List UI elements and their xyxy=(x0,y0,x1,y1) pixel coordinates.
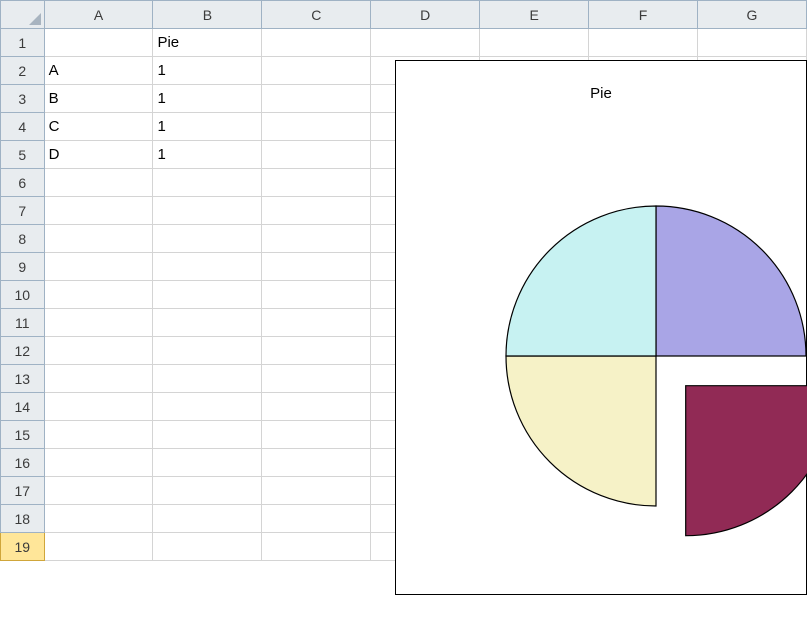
cell[interactable]: 1 xyxy=(153,141,262,169)
cell[interactable] xyxy=(262,85,371,113)
cell[interactable] xyxy=(44,225,153,253)
cell[interactable] xyxy=(44,365,153,393)
cell[interactable] xyxy=(262,309,371,337)
cell[interactable] xyxy=(44,533,153,561)
cell[interactable] xyxy=(262,57,371,85)
cell[interactable] xyxy=(44,505,153,533)
cell[interactable]: 1 xyxy=(153,113,262,141)
cell[interactable] xyxy=(262,449,371,477)
col-header[interactable]: G xyxy=(698,1,807,29)
pie-chart xyxy=(476,176,807,536)
chart-container[interactable]: Pie xyxy=(395,60,807,595)
cell[interactable] xyxy=(153,421,262,449)
cell[interactable] xyxy=(262,533,371,561)
row-header[interactable]: 16 xyxy=(1,449,45,477)
cell[interactable] xyxy=(153,253,262,281)
cell[interactable] xyxy=(262,29,371,57)
cell[interactable] xyxy=(153,449,262,477)
col-header[interactable]: C xyxy=(262,1,371,29)
cell[interactable] xyxy=(262,141,371,169)
row-header[interactable]: 2 xyxy=(1,57,45,85)
row-header[interactable]: 13 xyxy=(1,365,45,393)
col-header[interactable]: B xyxy=(153,1,262,29)
cell[interactable] xyxy=(262,197,371,225)
cell[interactable] xyxy=(44,337,153,365)
cell[interactable] xyxy=(44,477,153,505)
row-header[interactable]: 10 xyxy=(1,281,45,309)
cell[interactable]: B xyxy=(44,85,153,113)
cell[interactable] xyxy=(44,29,153,57)
cell[interactable] xyxy=(153,337,262,365)
cell[interactable] xyxy=(153,281,262,309)
row-header[interactable]: 1 xyxy=(1,29,45,57)
cell[interactable] xyxy=(262,365,371,393)
cell[interactable] xyxy=(262,225,371,253)
cell[interactable] xyxy=(44,253,153,281)
cell[interactable]: C xyxy=(44,113,153,141)
cell[interactable] xyxy=(153,505,262,533)
pie-slice[interactable] xyxy=(686,386,807,536)
cell[interactable] xyxy=(153,309,262,337)
cell[interactable] xyxy=(262,113,371,141)
cell[interactable] xyxy=(153,393,262,421)
row-header[interactable]: 15 xyxy=(1,421,45,449)
pie-slice[interactable] xyxy=(656,206,806,356)
row-header[interactable]: 3 xyxy=(1,85,45,113)
pie-slice[interactable] xyxy=(506,206,656,356)
row-header[interactable]: 9 xyxy=(1,253,45,281)
cell[interactable] xyxy=(153,225,262,253)
cell[interactable] xyxy=(44,421,153,449)
cell[interactable] xyxy=(44,449,153,477)
cell[interactable]: 1 xyxy=(153,57,262,85)
select-all-corner[interactable] xyxy=(1,1,45,29)
cell[interactable] xyxy=(262,169,371,197)
row-header[interactable]: 6 xyxy=(1,169,45,197)
cell[interactable] xyxy=(480,29,589,57)
cell[interactable] xyxy=(262,393,371,421)
row-header[interactable]: 17 xyxy=(1,477,45,505)
table-row: 1 Pie xyxy=(1,29,807,57)
cell[interactable] xyxy=(262,421,371,449)
row-header[interactable]: 11 xyxy=(1,309,45,337)
row-header[interactable]: 18 xyxy=(1,505,45,533)
cell[interactable] xyxy=(44,169,153,197)
cell[interactable] xyxy=(44,309,153,337)
cell[interactable] xyxy=(262,337,371,365)
cell[interactable] xyxy=(262,477,371,505)
cell[interactable] xyxy=(262,281,371,309)
cell[interactable]: A xyxy=(44,57,153,85)
row-header[interactable]: 5 xyxy=(1,141,45,169)
cell[interactable] xyxy=(153,365,262,393)
cell[interactable] xyxy=(589,29,698,57)
cell[interactable] xyxy=(262,505,371,533)
cell[interactable] xyxy=(153,197,262,225)
col-header[interactable]: D xyxy=(371,1,480,29)
row-header[interactable]: 19 xyxy=(1,533,45,561)
chart-title: Pie xyxy=(396,85,806,102)
cell[interactable]: 1 xyxy=(153,85,262,113)
cell[interactable] xyxy=(153,477,262,505)
cell[interactable] xyxy=(698,29,807,57)
pie-slice[interactable] xyxy=(506,356,656,506)
cell[interactable] xyxy=(262,253,371,281)
cell[interactable] xyxy=(153,169,262,197)
cell[interactable] xyxy=(44,393,153,421)
col-header[interactable]: A xyxy=(44,1,153,29)
row-header[interactable]: 8 xyxy=(1,225,45,253)
cell[interactable] xyxy=(44,197,153,225)
row-header[interactable]: 12 xyxy=(1,337,45,365)
cell[interactable] xyxy=(153,533,262,561)
col-header[interactable]: F xyxy=(589,1,698,29)
col-header[interactable]: E xyxy=(480,1,589,29)
column-header-row: A B C D E F G xyxy=(1,1,807,29)
cell[interactable] xyxy=(371,29,480,57)
row-header[interactable]: 14 xyxy=(1,393,45,421)
cell[interactable] xyxy=(44,281,153,309)
cell[interactable]: Pie xyxy=(153,29,262,57)
row-header[interactable]: 7 xyxy=(1,197,45,225)
cell[interactable]: D xyxy=(44,141,153,169)
row-header[interactable]: 4 xyxy=(1,113,45,141)
